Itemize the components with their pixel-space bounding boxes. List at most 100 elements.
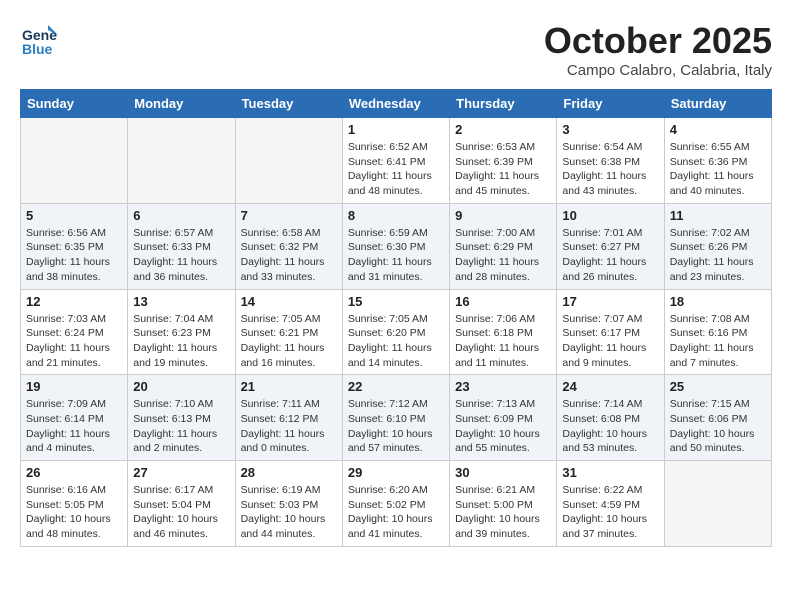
day-number: 9 — [455, 208, 551, 223]
day-number: 15 — [348, 294, 444, 309]
day-info: Sunrise: 6:20 AM Sunset: 5:02 PM Dayligh… — [348, 483, 444, 542]
calendar-day-cell: 24 Sunrise: 7:14 AM Sunset: 6:08 PM Dayli… — [557, 375, 664, 461]
calendar-day-cell: 16Sunrise: 7:06 AM Sunset: 6:18 PM Dayli… — [450, 289, 557, 375]
calendar-day-cell: 21 Sunrise: 7:11 AM Sunset: 6:12 PM Dayli… — [235, 375, 342, 461]
day-number: 23 — [455, 379, 551, 394]
weekday-header-thursday: Thursday — [450, 90, 557, 118]
day-info: Sunrise: 7:06 AM Sunset: 6:18 PM Dayligh… — [455, 312, 551, 371]
day-info: Sunrise: 6:16 AM Sunset: 5:05 PM Dayligh… — [26, 483, 122, 542]
svg-text:Blue: Blue — [22, 41, 53, 57]
day-info: Sunrise: 7:00 AM Sunset: 6:29 PM Dayligh… — [455, 226, 551, 285]
calendar-day-cell: 2Sunrise: 6:53 AM Sunset: 6:39 PM Daylig… — [450, 118, 557, 204]
title-block: October 2025 Campo Calabro, Calabria, It… — [544, 20, 772, 79]
calendar-day-cell — [128, 118, 235, 204]
calendar-day-cell: 22Sunrise: 7:12 AM Sunset: 6:10 PM Dayli… — [342, 375, 449, 461]
day-info: Sunrise: 6:55 AM Sunset: 6:36 PM Dayligh… — [670, 140, 766, 199]
weekday-header-wednesday: Wednesday — [342, 90, 449, 118]
day-info: Sunrise: 7:09 AM Sunset: 6:14 PM Dayligh… — [26, 397, 122, 456]
day-info: Sunrise: 6:57 AM Sunset: 6:33 PM Dayligh… — [133, 226, 229, 285]
day-info: Sunrise: 6:54 AM Sunset: 6:38 PM Dayligh… — [562, 140, 658, 199]
day-number: 18 — [670, 294, 766, 309]
day-info: Sunrise: 6:58 AM Sunset: 6:32 PM Dayligh… — [241, 226, 337, 285]
day-info: Sunrise: 7:13 AM Sunset: 6:09 PM Dayligh… — [455, 397, 551, 456]
calendar-week-row: 5 Sunrise: 6:56 AM Sunset: 6:35 PM Daylig… — [21, 203, 772, 289]
calendar-day-cell: 5 Sunrise: 6:56 AM Sunset: 6:35 PM Daylig… — [21, 203, 128, 289]
day-number: 24 — [562, 379, 658, 394]
day-info: Sunrise: 7:02 AM Sunset: 6:26 PM Dayligh… — [670, 226, 766, 285]
location-title: Campo Calabro, Calabria, Italy — [544, 62, 772, 79]
calendar-day-cell: 6 Sunrise: 6:57 AM Sunset: 6:33 PM Daylig… — [128, 203, 235, 289]
calendar-day-cell — [21, 118, 128, 204]
day-number: 12 — [26, 294, 122, 309]
day-number: 2 — [455, 122, 551, 137]
day-number: 17 — [562, 294, 658, 309]
weekday-header-friday: Friday — [557, 90, 664, 118]
calendar-table: SundayMondayTuesdayWednesdayThursdayFrid… — [20, 89, 772, 547]
calendar-day-cell: 8 Sunrise: 6:59 AM Sunset: 6:30 PM Daylig… — [342, 203, 449, 289]
calendar-day-cell — [664, 461, 771, 547]
day-info: Sunrise: 7:04 AM Sunset: 6:23 PM Dayligh… — [133, 312, 229, 371]
day-info: Sunrise: 6:22 AM Sunset: 4:59 PM Dayligh… — [562, 483, 658, 542]
day-info: Sunrise: 7:10 AM Sunset: 6:13 PM Dayligh… — [133, 397, 229, 456]
month-title: October 2025 — [544, 20, 772, 62]
weekday-header-saturday: Saturday — [664, 90, 771, 118]
day-number: 4 — [670, 122, 766, 137]
day-info: Sunrise: 7:08 AM Sunset: 6:16 PM Dayligh… — [670, 312, 766, 371]
day-number: 3 — [562, 122, 658, 137]
calendar-week-row: 19Sunrise: 7:09 AM Sunset: 6:14 PM Dayli… — [21, 375, 772, 461]
day-number: 8 — [348, 208, 444, 223]
logo-icon: General Blue — [20, 20, 58, 58]
calendar-day-cell: 14Sunrise: 7:05 AM Sunset: 6:21 PM Dayli… — [235, 289, 342, 375]
weekday-header-sunday: Sunday — [21, 90, 128, 118]
day-info: Sunrise: 7:05 AM Sunset: 6:21 PM Dayligh… — [241, 312, 337, 371]
calendar-day-cell: 31 Sunrise: 6:22 AM Sunset: 4:59 PM Dayli… — [557, 461, 664, 547]
day-number: 31 — [562, 465, 658, 480]
day-number: 28 — [241, 465, 337, 480]
calendar-day-cell: 23 Sunrise: 7:13 AM Sunset: 6:09 PM Dayli… — [450, 375, 557, 461]
day-number: 29 — [348, 465, 444, 480]
calendar-day-cell: 26 Sunrise: 6:16 AM Sunset: 5:05 PM Dayli… — [21, 461, 128, 547]
calendar-day-cell: 9 Sunrise: 7:00 AM Sunset: 6:29 PM Daylig… — [450, 203, 557, 289]
calendar-day-cell — [235, 118, 342, 204]
day-number: 30 — [455, 465, 551, 480]
calendar-day-cell: 18 Sunrise: 7:08 AM Sunset: 6:16 PM Dayli… — [664, 289, 771, 375]
calendar-day-cell: 10Sunrise: 7:01 AM Sunset: 6:27 PM Dayli… — [557, 203, 664, 289]
day-number: 26 — [26, 465, 122, 480]
calendar-day-cell: 25Sunrise: 7:15 AM Sunset: 6:06 PM Dayli… — [664, 375, 771, 461]
day-info: Sunrise: 6:21 AM Sunset: 5:00 PM Dayligh… — [455, 483, 551, 542]
day-info: Sunrise: 6:56 AM Sunset: 6:35 PM Dayligh… — [26, 226, 122, 285]
day-number: 20 — [133, 379, 229, 394]
day-info: Sunrise: 7:07 AM Sunset: 6:17 PM Dayligh… — [562, 312, 658, 371]
calendar-day-cell: 28Sunrise: 6:19 AM Sunset: 5:03 PM Dayli… — [235, 461, 342, 547]
calendar-body: 1Sunrise: 6:52 AM Sunset: 6:41 PM Daylig… — [21, 118, 772, 547]
calendar-week-row: 1Sunrise: 6:52 AM Sunset: 6:41 PM Daylig… — [21, 118, 772, 204]
day-info: Sunrise: 6:17 AM Sunset: 5:04 PM Dayligh… — [133, 483, 229, 542]
page-header: General Blue October 2025 Campo Calabro,… — [20, 20, 772, 79]
day-info: Sunrise: 7:03 AM Sunset: 6:24 PM Dayligh… — [26, 312, 122, 371]
calendar-day-cell: 3 Sunrise: 6:54 AM Sunset: 6:38 PM Daylig… — [557, 118, 664, 204]
day-info: Sunrise: 7:14 AM Sunset: 6:08 PM Dayligh… — [562, 397, 658, 456]
calendar-day-cell: 17 Sunrise: 7:07 AM Sunset: 6:17 PM Dayli… — [557, 289, 664, 375]
weekday-header-row: SundayMondayTuesdayWednesdayThursdayFrid… — [21, 90, 772, 118]
day-number: 5 — [26, 208, 122, 223]
calendar-week-row: 26 Sunrise: 6:16 AM Sunset: 5:05 PM Dayli… — [21, 461, 772, 547]
day-number: 27 — [133, 465, 229, 480]
calendar-week-row: 12 Sunrise: 7:03 AM Sunset: 6:24 PM Dayli… — [21, 289, 772, 375]
day-number: 21 — [241, 379, 337, 394]
calendar-day-cell: 4 Sunrise: 6:55 AM Sunset: 6:36 PM Daylig… — [664, 118, 771, 204]
day-number: 13 — [133, 294, 229, 309]
day-info: Sunrise: 7:15 AM Sunset: 6:06 PM Dayligh… — [670, 397, 766, 456]
day-number: 6 — [133, 208, 229, 223]
logo: General Blue — [20, 20, 58, 58]
day-info: Sunrise: 7:11 AM Sunset: 6:12 PM Dayligh… — [241, 397, 337, 456]
day-info: Sunrise: 7:01 AM Sunset: 6:27 PM Dayligh… — [562, 226, 658, 285]
day-number: 11 — [670, 208, 766, 223]
weekday-header-tuesday: Tuesday — [235, 90, 342, 118]
weekday-header-monday: Monday — [128, 90, 235, 118]
calendar-day-cell: 13 Sunrise: 7:04 AM Sunset: 6:23 PM Dayli… — [128, 289, 235, 375]
day-info: Sunrise: 6:59 AM Sunset: 6:30 PM Dayligh… — [348, 226, 444, 285]
calendar-day-cell: 1Sunrise: 6:52 AM Sunset: 6:41 PM Daylig… — [342, 118, 449, 204]
day-number: 22 — [348, 379, 444, 394]
calendar-day-cell: 29 Sunrise: 6:20 AM Sunset: 5:02 PM Dayli… — [342, 461, 449, 547]
calendar-day-cell: 11 Sunrise: 7:02 AM Sunset: 6:26 PM Dayli… — [664, 203, 771, 289]
